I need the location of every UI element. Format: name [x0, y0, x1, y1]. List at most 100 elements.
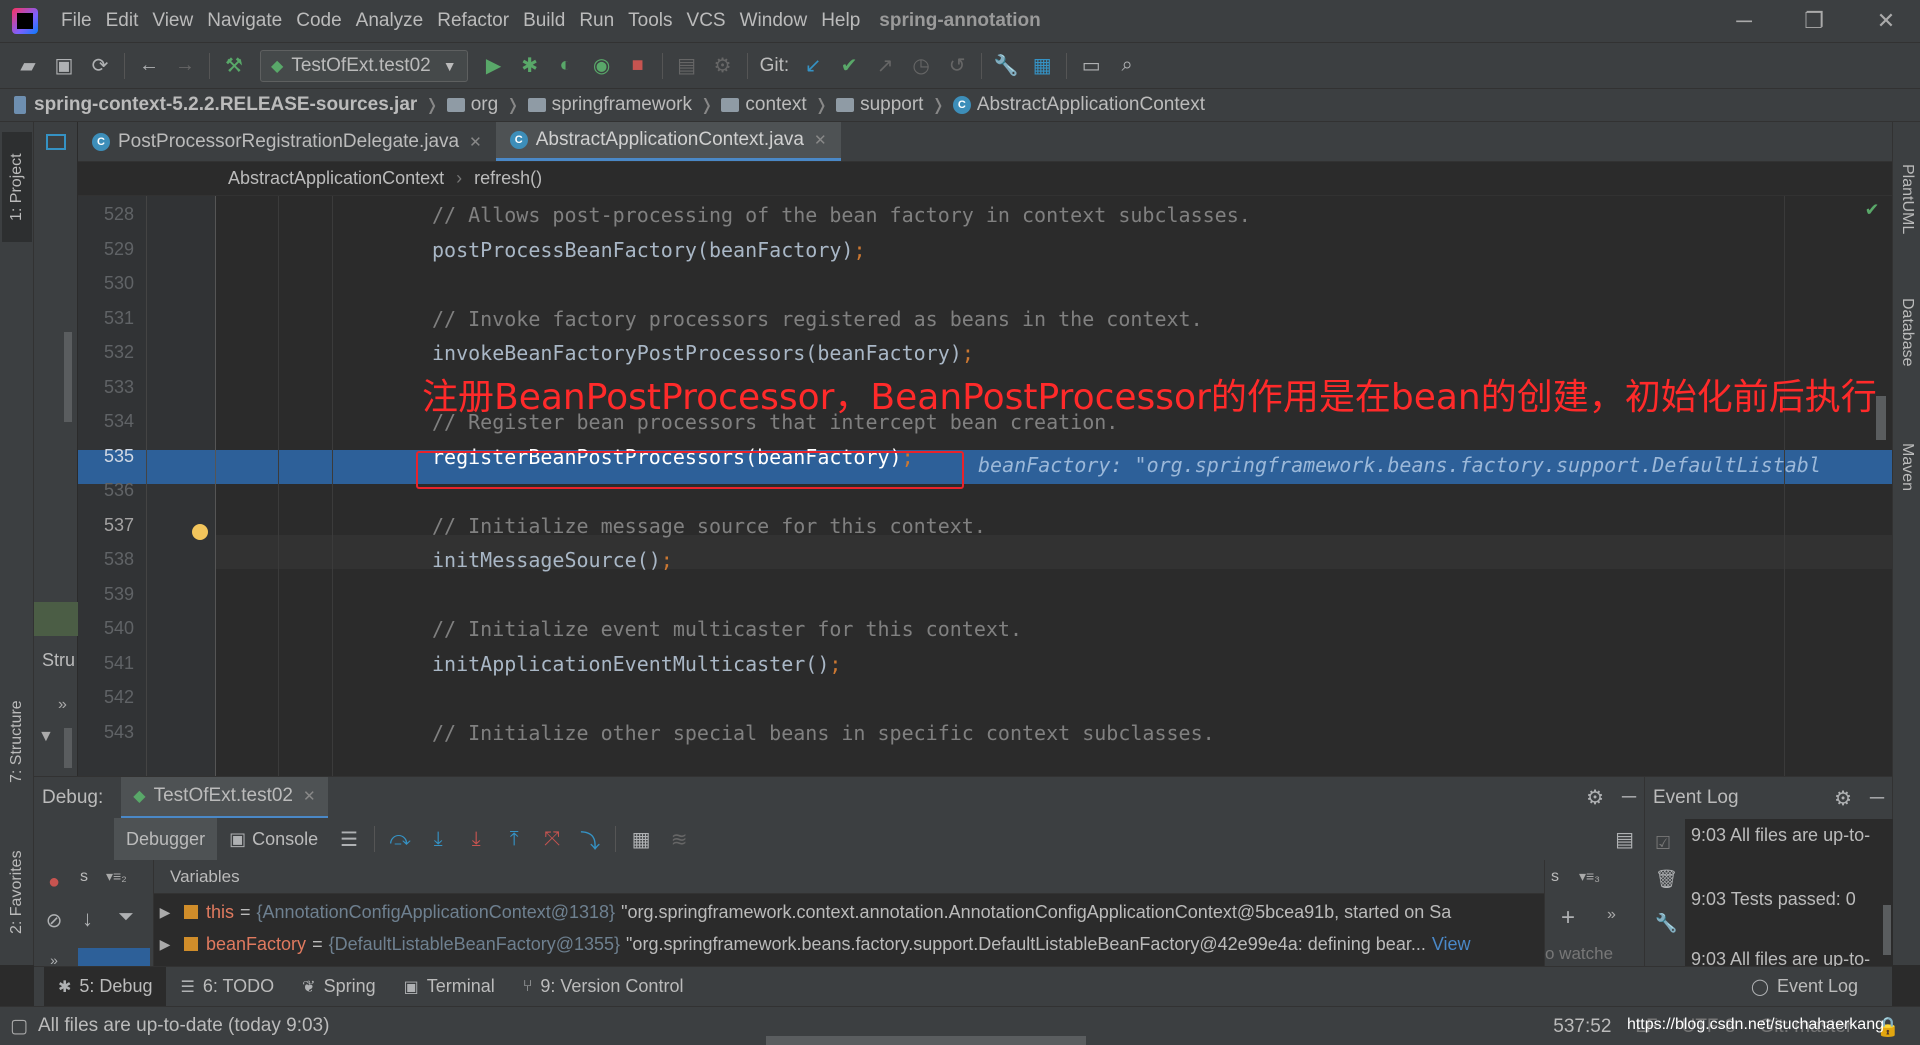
trash-icon[interactable]: 🗑 — [1655, 869, 1678, 890]
stop-icon[interactable]: ■ — [620, 48, 656, 84]
code-editor[interactable]: // Allows post-processing of the bean fa… — [216, 196, 1892, 776]
menu-file[interactable]: File — [54, 10, 99, 32]
wrench-icon[interactable]: 🔧 — [1655, 913, 1677, 934]
menu-window[interactable]: Window — [733, 10, 815, 32]
more-chevron-icon[interactable]: » — [1607, 906, 1616, 924]
add-watch-icon[interactable]: + — [1561, 904, 1575, 932]
layout-menu-icon[interactable]: ☰ — [330, 820, 368, 858]
restore-layout-icon[interactable]: ▤ — [1615, 827, 1634, 852]
spring-tool-button[interactable]: ❦ Spring — [288, 967, 389, 1007]
debugger-tab[interactable]: Debugger — [114, 818, 218, 860]
run-configuration-select[interactable]: ◆ TestOfExt.test02 ▼ — [260, 49, 468, 82]
menu-analyze[interactable]: Analyze — [349, 10, 431, 32]
crumb-springframework[interactable]: springframework — [527, 94, 692, 116]
caret-position[interactable]: 537:52 — [1553, 1016, 1611, 1038]
variable-row[interactable]: ▶ beanFactory = {DefaultListableBeanFact… — [154, 928, 1544, 960]
down-arrow-icon[interactable]: ↓ — [82, 906, 93, 932]
project-tool-tab[interactable]: 1: Project — [2, 132, 32, 242]
structure-tool-tab[interactable]: 7: Structure — [2, 682, 32, 802]
back-arrow-icon[interactable]: ← — [131, 48, 167, 84]
menu-build[interactable]: Build — [516, 10, 572, 32]
threads-dropdown-icon[interactable]: ▾≡₂ — [106, 868, 127, 885]
run-icon[interactable]: ▶ — [476, 48, 512, 84]
debug-session-tab[interactable]: ◆ TestOfExt.test02 ✕ — [121, 776, 328, 819]
line-number[interactable]: 542 — [78, 687, 134, 708]
plantuml-tool-tab[interactable]: PlantUML — [1893, 134, 1920, 264]
tab-abstract-application-context[interactable]: C AbstractApplicationContext.java ✕ — [495, 122, 841, 161]
code-line[interactable]: initMessageSource(); — [432, 543, 673, 577]
mute-breakpoints-icon[interactable]: ⊘ — [34, 902, 74, 938]
line-number[interactable]: 537 — [78, 515, 134, 536]
git-update-icon[interactable]: ↙ — [795, 48, 831, 84]
menu-code[interactable]: Code — [289, 10, 348, 32]
event-log-tool-button[interactable]: ◯ Event Log — [1737, 967, 1872, 1007]
event-log-entries[interactable]: 9:03 All files are up-to- 9:03 Tests pas… — [1685, 819, 1893, 967]
expand-triangle-icon[interactable]: ▶ — [154, 904, 176, 921]
menu-edit[interactable]: Edit — [99, 10, 146, 32]
view-breakpoints-icon[interactable]: ● — [34, 864, 74, 900]
menu-refactor[interactable]: Refactor — [430, 10, 516, 32]
variable-row[interactable]: ▶ this = {AnnotationConfigApplicationCon… — [154, 896, 1544, 928]
code-line[interactable]: // Initialize other special beans in spe… — [432, 716, 1215, 750]
editor-gutter[interactable]: 528 529 530 531 532 533 534 535 536 537 538 539 540 5… — [78, 196, 216, 776]
search-icon[interactable]: ⌕ — [1109, 48, 1145, 84]
panel-scrollbar[interactable] — [64, 332, 72, 422]
filter-icon[interactable]: ⏷ — [118, 906, 134, 929]
line-number[interactable]: 539 — [78, 584, 134, 605]
variables-list[interactable]: ▶ this = {AnnotationConfigApplicationCon… — [154, 894, 1544, 966]
close-session-icon[interactable]: ✕ — [303, 787, 316, 805]
force-step-into-icon[interactable]: ⤓ — [457, 820, 495, 858]
restore-button[interactable]: ❐ — [1784, 0, 1844, 42]
crumb-class[interactable]: C AbstractApplicationContext — [952, 94, 1205, 116]
console-tab[interactable]: ▣ Console — [217, 818, 330, 860]
event-log-scrollbar[interactable] — [1883, 905, 1891, 955]
build-hammer-icon[interactable]: ⚒ — [216, 48, 252, 84]
line-number[interactable]: 531 — [78, 308, 134, 329]
watches-dropdown-icon[interactable]: ▾≡₃ — [1579, 868, 1600, 885]
minimize-button[interactable]: ─ — [1714, 0, 1774, 42]
expand-chevron-icon[interactable]: » — [58, 696, 67, 714]
menu-view[interactable]: View — [145, 10, 200, 32]
drop-frame-icon[interactable]: ⤧ — [533, 820, 571, 858]
tab-postprocessor-registration[interactable]: C PostProcessorRegistrationDelegate.java… — [78, 122, 496, 161]
maven-tool-tab[interactable]: Maven — [1893, 412, 1920, 522]
line-number[interactable]: 532 — [78, 342, 134, 363]
git-history-icon[interactable]: ◷ — [903, 48, 939, 84]
line-number[interactable]: 529 — [78, 239, 134, 260]
menu-help[interactable]: Help — [814, 10, 867, 32]
menu-vcs[interactable]: VCS — [680, 10, 733, 32]
terminal-tool-button[interactable]: ▣ Terminal — [390, 967, 509, 1007]
toggle-tool-windows-icon[interactable]: ▢ — [10, 1015, 28, 1038]
run-to-cursor-icon[interactable]: ⤵ — [571, 820, 609, 858]
project-structure-icon[interactable]: ▦ — [1024, 48, 1060, 84]
crumb-jar[interactable]: spring-context-5.2.2.RELEASE-sources.jar — [14, 94, 417, 116]
gear-icon[interactable]: ⚙ — [1834, 786, 1852, 811]
line-number[interactable]: 530 — [78, 273, 134, 294]
step-over-icon[interactable]: ⤼ — [381, 820, 419, 858]
step-out-icon[interactable]: ⤒ — [495, 820, 533, 858]
mark-read-icon[interactable]: ☑ — [1655, 833, 1671, 854]
line-number[interactable]: 533 — [78, 377, 134, 398]
code-line[interactable]: // Invoke factory processors registered … — [432, 302, 1203, 336]
crumb-method-name[interactable]: refresh() — [474, 168, 542, 189]
profile-icon[interactable]: ◉ — [584, 48, 620, 84]
close-tab-icon[interactable]: ✕ — [814, 131, 827, 149]
line-number[interactable]: 535 — [78, 446, 134, 467]
wrench-settings-icon[interactable]: 🔧 — [988, 48, 1024, 84]
debug-tool-button[interactable]: ✱ 5: Debug — [44, 966, 167, 1007]
code-line[interactable]: invokeBeanFactoryPostProcessors(beanFact… — [432, 336, 974, 370]
view-value-link[interactable]: View — [1432, 934, 1471, 955]
coverage-icon[interactable]: ◐ — [548, 48, 584, 84]
sync-icon[interactable]: ⟳ — [82, 48, 118, 84]
database-tool-tab[interactable]: Database — [1893, 272, 1920, 392]
git-commit-icon[interactable]: ✔ — [831, 48, 867, 84]
evaluate-expression-icon[interactable]: ▦ — [622, 820, 660, 858]
menu-navigate[interactable]: Navigate — [200, 10, 289, 32]
line-number[interactable]: 538 — [78, 549, 134, 570]
code-line[interactable]: postProcessBeanFactory(beanFactory); — [432, 233, 865, 267]
line-number[interactable]: 534 — [78, 411, 134, 432]
open-folder-icon[interactable]: ▰ — [10, 48, 46, 84]
code-line[interactable]: // Initialize event multicaster for this… — [432, 612, 1022, 646]
close-window-button[interactable]: ✕ — [1856, 0, 1916, 42]
crumb-org[interactable]: org — [446, 94, 498, 116]
